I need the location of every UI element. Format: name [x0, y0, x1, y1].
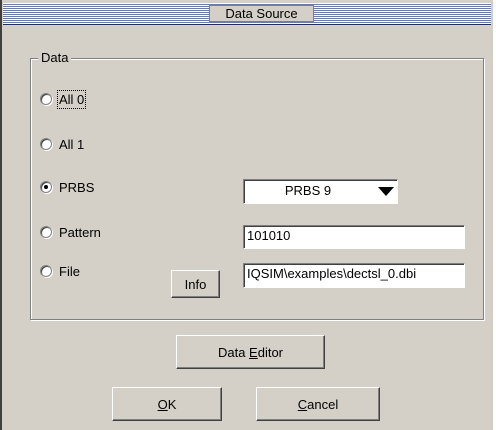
data-editor-button[interactable]: Data Editor: [176, 335, 325, 369]
prbs-select-value: PRBS 9: [284, 183, 332, 198]
radio-all-0-button[interactable]: [40, 93, 52, 105]
dialog-left-border: [0, 0, 2, 430]
window-title: Data Source: [209, 5, 314, 22]
radio-prbs-button[interactable]: [40, 181, 52, 193]
ok-button[interactable]: OK: [112, 387, 222, 421]
radio-prbs[interactable]: PRBS: [40, 178, 94, 196]
data-editor-label-pre: Data: [217, 344, 250, 360]
radio-pattern-button[interactable]: [40, 226, 52, 238]
cancel-mnemonic: C: [297, 396, 308, 412]
radio-all-1-button[interactable]: [40, 138, 52, 150]
file-path-input[interactable]: IQSIM\examples\dectsl_0.dbi: [243, 263, 465, 288]
data-editor-mnemonic: E: [249, 344, 258, 360]
cancel-button[interactable]: Cancel: [256, 387, 380, 421]
radio-all-0-label[interactable]: All 0: [56, 89, 87, 109]
chevron-down-icon[interactable]: [377, 182, 395, 200]
data-source-dialog: Data Source Data All 0 All 1 PRBS Patter…: [0, 0, 496, 430]
radio-prbs-label[interactable]: PRBS: [59, 180, 94, 195]
data-group-label: Data: [38, 50, 72, 66]
radio-file[interactable]: File: [40, 262, 80, 280]
ok-mnemonic: O: [157, 396, 168, 412]
prbs-select[interactable]: PRBS 9: [243, 179, 398, 204]
radio-pattern-label[interactable]: Pattern: [59, 225, 101, 240]
cancel-label-post: ancel: [307, 396, 339, 412]
radio-all-0[interactable]: All 0: [40, 89, 87, 109]
info-button[interactable]: Info: [171, 270, 220, 298]
radio-all-1-label[interactable]: All 1: [59, 137, 84, 152]
radio-file-button[interactable]: [40, 265, 52, 277]
radio-pattern[interactable]: Pattern: [40, 223, 101, 241]
pattern-input[interactable]: 101010: [243, 225, 465, 249]
radio-file-label[interactable]: File: [59, 264, 80, 279]
data-editor-label-post: ditor: [257, 344, 284, 360]
ok-label-post: K: [167, 396, 177, 412]
radio-all-1[interactable]: All 1: [40, 135, 84, 153]
title-bar[interactable]: Data Source: [3, 3, 491, 25]
